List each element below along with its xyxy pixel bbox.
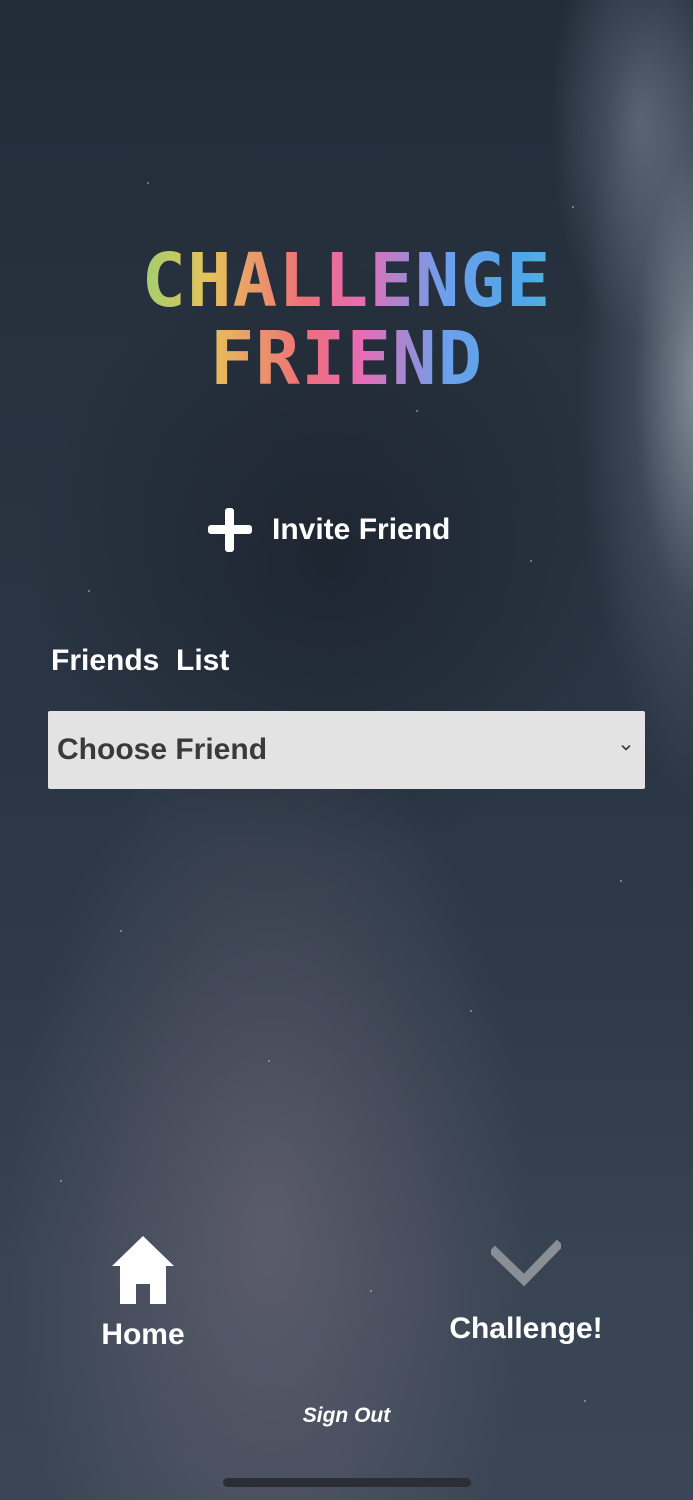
chevron-down-icon <box>621 743 631 753</box>
star <box>88 590 90 592</box>
sign-out-link[interactable]: Sign Out <box>0 1404 693 1428</box>
nav-home-button[interactable]: Home <box>78 1234 208 1352</box>
star <box>584 1400 586 1402</box>
star <box>147 182 149 184</box>
home-icon <box>110 1234 176 1306</box>
invite-friend-button[interactable]: Invite Friend <box>206 504 450 556</box>
plus-icon <box>206 506 254 554</box>
nav-challenge-label: Challenge! <box>449 1312 603 1345</box>
title-line-1: CHALLENGE <box>141 238 552 324</box>
friends-list-label: Friends List <box>51 644 230 677</box>
invite-friend-label: Invite Friend <box>272 513 451 546</box>
star <box>416 410 418 412</box>
title-line-2: FRIEND <box>209 316 484 402</box>
home-indicator-bar <box>223 1478 471 1487</box>
choose-friend-value: Choose Friend <box>57 733 268 766</box>
star <box>120 930 122 932</box>
star <box>60 1180 62 1182</box>
star <box>268 1060 270 1062</box>
check-icon <box>491 1240 561 1288</box>
page-title: CHALLENGE FRIEND <box>0 242 693 398</box>
star <box>530 560 532 562</box>
star <box>370 1290 372 1292</box>
star <box>572 206 574 208</box>
choose-friend-select[interactable]: Choose Friend <box>48 711 645 789</box>
star <box>620 880 622 882</box>
nav-challenge-button[interactable]: Challenge! <box>426 1240 626 1346</box>
star <box>470 1010 472 1012</box>
nav-home-label: Home <box>101 1318 185 1351</box>
